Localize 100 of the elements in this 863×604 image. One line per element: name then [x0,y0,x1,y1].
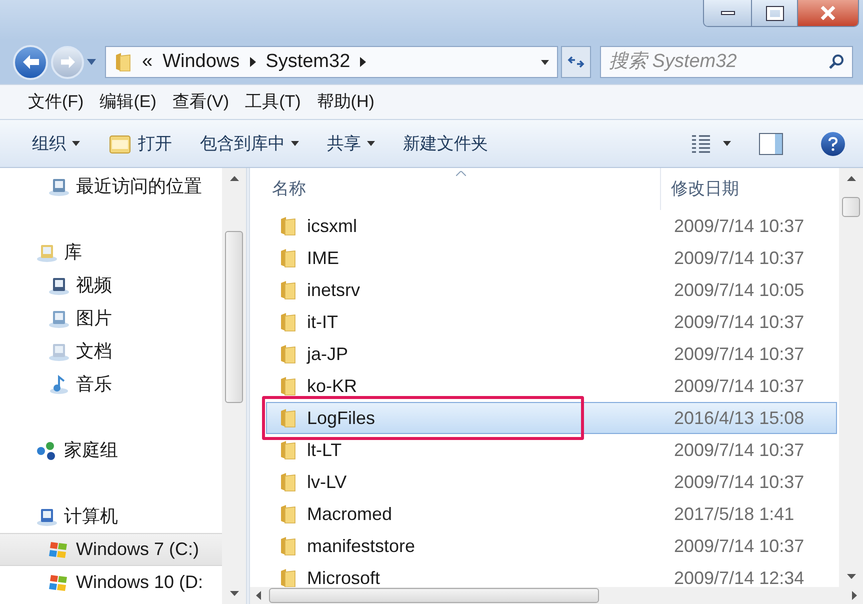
folder-icon [279,568,297,587]
chevron-icon[interactable] [360,57,366,67]
windows-logo-icon [48,540,70,560]
file-name: lv-LV [307,470,347,494]
question-mark-icon [828,136,838,150]
library-icon [36,242,58,262]
nav-item[interactable]: Windows 10 (D: [0,566,222,599]
folder-icon [279,248,297,268]
address-bar[interactable]: « Windows System32 [105,46,558,78]
nav-item[interactable]: 库 [0,236,222,269]
breadcrumb[interactable]: Windows [162,48,240,76]
breadcrumb[interactable]: System32 [266,48,350,76]
scroll-up-icon[interactable] [230,176,238,181]
windows-logo-icon [48,572,70,592]
music-note-icon [48,374,70,394]
picture-icon [48,308,70,328]
computer-icon [36,506,58,526]
file-name: Macromed [307,502,392,526]
caret-icon [291,141,299,146]
breadcrumb-overflow[interactable]: « [142,48,153,76]
chevron-icon[interactable] [250,57,256,67]
file-row[interactable]: manifeststore 2009/7/14 10:37 [266,530,837,562]
modified-date: 2016/4/13 15:08 [673,406,804,430]
column-header[interactable]: 名称 [250,168,661,210]
file-row[interactable]: ja-JP 2009/7/14 10:37 [266,338,837,370]
modified-date: 2009/7/14 10:37 [673,470,804,494]
open-icon [108,132,132,154]
file-name: ko-KR [307,374,358,398]
toolbar-button[interactable]: 包含到库中 [196,126,303,160]
document-icon [48,342,70,362]
modified-date: 2017/5/18 1:41 [673,502,794,526]
folder-icon [279,504,297,524]
scrollbar[interactable] [222,168,246,604]
menu-item[interactable]: 编辑(E) [100,89,156,115]
help-button[interactable] [821,132,845,156]
list-view-icon [691,134,711,154]
file-row[interactable]: Microsoft 2009/7/14 12:34 [266,562,837,587]
file-name: lt-LT [307,438,342,462]
minimize-button[interactable] [704,0,752,26]
folder-icon [279,472,297,492]
modified-date: 2009/7/14 10:37 [673,534,804,558]
file-row[interactable]: inetsrv 2009/7/14 10:05 [266,274,837,306]
recent-places-icon [48,176,70,196]
nav-item[interactable]: 最近访问的位置 [0,170,222,203]
file-row[interactable]: ko-KR 2009/7/14 10:37 [266,370,837,402]
close-button[interactable] [798,0,858,26]
scroll-right-icon[interactable] [852,591,857,600]
scrollbar[interactable] [250,587,863,604]
scroll-down-icon[interactable] [230,591,238,596]
file-name: Microsoft [307,566,380,587]
scrollbar[interactable] [839,168,863,587]
file-name: manifeststore [307,534,416,558]
search-icon[interactable] [829,54,845,70]
refresh-button[interactable] [561,46,591,78]
nav-item[interactable]: 视频 [0,269,222,302]
file-row[interactable]: icsxml 2009/7/14 10:37 [266,210,837,242]
scroll-left-icon[interactable] [256,591,261,600]
scroll-thumb[interactable] [842,197,860,217]
menu-item[interactable]: 帮助(H) [316,89,374,115]
menu-item[interactable]: 文件(F) [28,89,84,115]
scroll-thumb[interactable] [269,588,599,603]
nav-item[interactable]: 音乐 [0,368,222,401]
search-field[interactable]: 搜索 System32 [600,46,853,78]
nav-item[interactable]: 文档 [0,335,222,368]
close-icon [820,6,836,20]
maximize-button[interactable] [752,0,798,26]
caret-icon [541,60,549,64]
column-header[interactable]: 修改日期 [661,168,839,210]
file-name: IME [307,246,340,270]
menu-item[interactable]: 查看(V) [172,89,230,115]
scroll-down-icon[interactable] [846,574,856,579]
folder-icon [279,536,297,556]
scroll-thumb[interactable] [225,231,243,403]
folder-icon [279,344,297,364]
nav-item[interactable]: 计算机 [0,500,222,533]
scroll-up-icon[interactable] [846,176,856,181]
file-row[interactable]: it-IT 2009/7/14 10:37 [266,306,837,338]
file-row[interactable]: lv-LV 2009/7/14 10:37 [266,466,837,498]
file-row[interactable]: Macromed 2017/5/18 1:41 [266,498,837,530]
history-caret-icon[interactable] [87,59,96,65]
toolbar-button[interactable]: 共享 [323,126,379,160]
file-row[interactable]: LogFiles 2016/4/13 15:08 [266,402,837,434]
file-row[interactable]: IME 2009/7/14 10:37 [266,242,837,274]
preview-pane-button[interactable] [759,132,783,154]
nav-item[interactable]: 图片 [0,302,222,335]
forward-arrow-icon [60,55,76,69]
nav-item[interactable]: 家庭组 [0,434,222,467]
toolbar-button[interactable]: 打开 [104,126,176,160]
back-button[interactable] [13,44,48,80]
file-name: it-IT [307,310,338,334]
folder-icon [279,216,297,236]
menu-item[interactable]: 工具(T) [245,89,301,115]
toolbar-button[interactable]: 新建文件夹 [399,126,492,160]
file-row[interactable]: lt-LT 2009/7/14 10:37 [266,434,837,466]
folder-icon [279,408,297,428]
nav-item[interactable]: Windows 7 (C:) [0,533,222,566]
video-icon [48,276,70,296]
toolbar-button[interactable]: 组织 [28,126,84,160]
caret-icon [72,141,80,146]
back-arrow-icon [22,54,40,70]
